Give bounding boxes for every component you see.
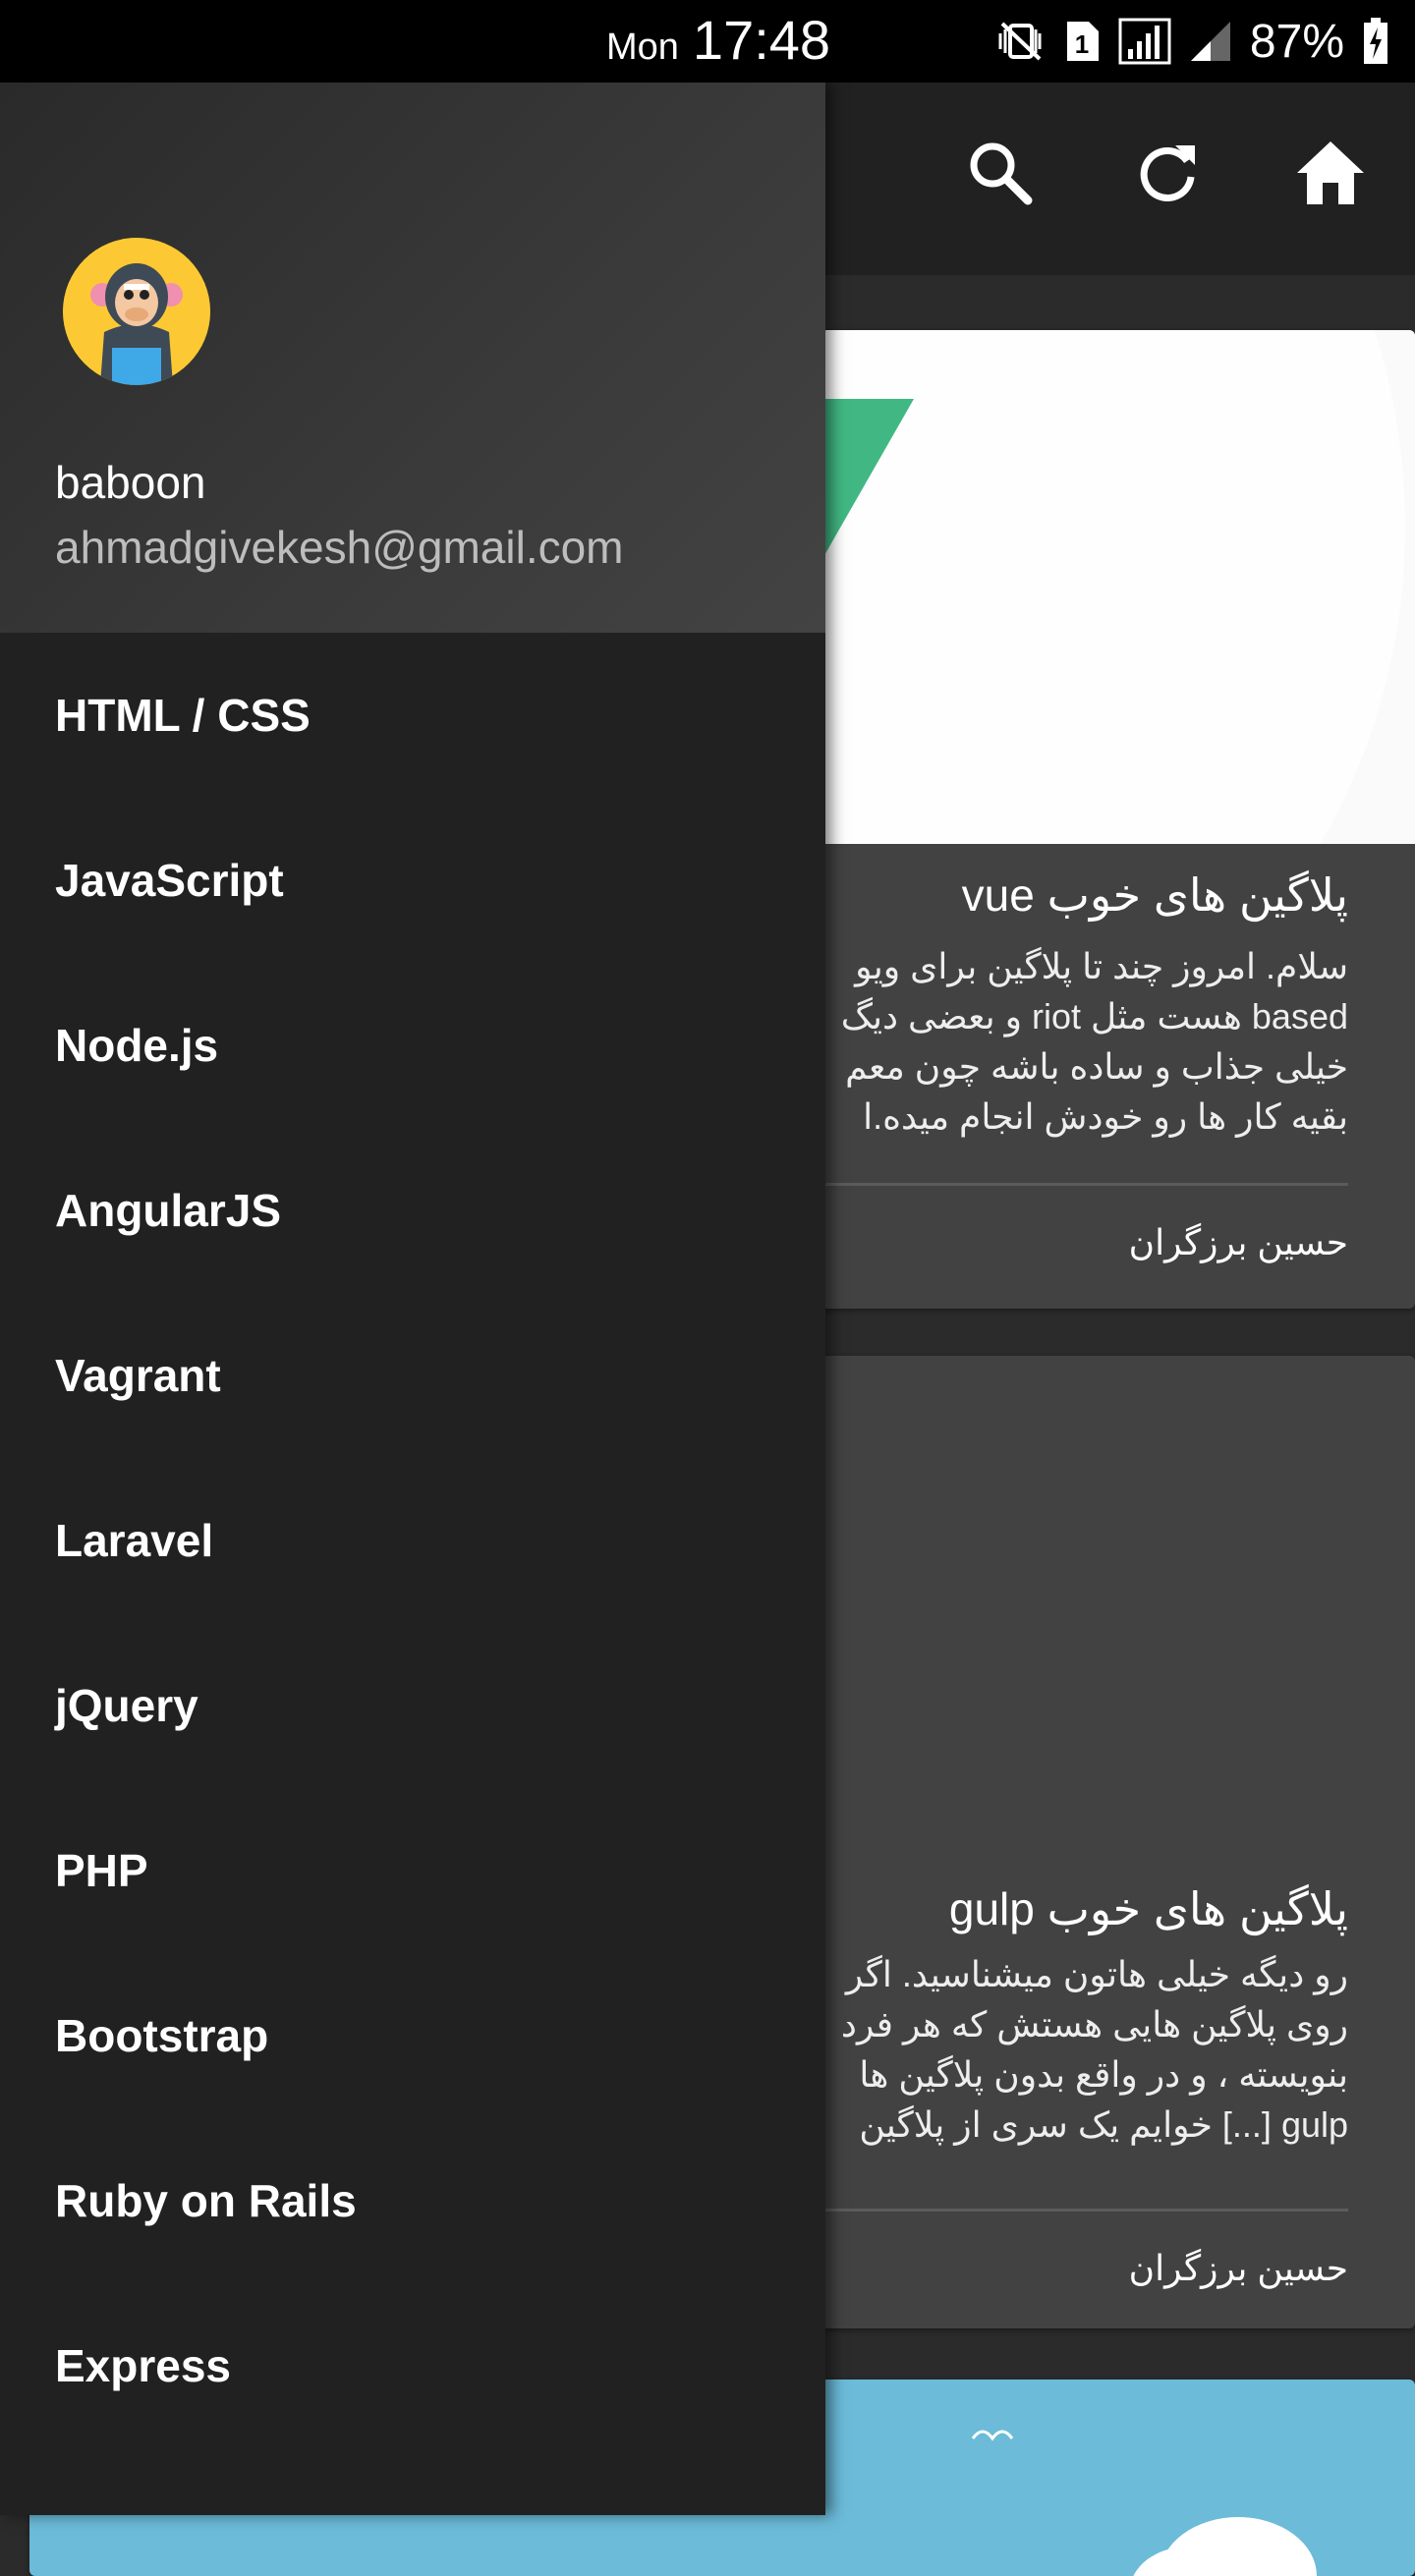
menu-item-bootstrap[interactable]: Bootstrap xyxy=(0,1953,825,2118)
battery-charging-icon xyxy=(1362,18,1389,65)
refresh-icon xyxy=(1140,145,1195,201)
user-email: ahmadgivekesh@gmail.com xyxy=(55,522,624,573)
user-name: baboon xyxy=(55,457,206,508)
post-title[interactable]: پلاگین های خوب gulp xyxy=(949,1882,1348,1935)
menu-item-php[interactable]: PHP xyxy=(0,1788,825,1953)
signal-weak-icon xyxy=(1189,20,1232,63)
menu-item-jquery[interactable]: jQuery xyxy=(0,1623,825,1788)
status-time: 17:48 xyxy=(692,9,831,71)
menu-item-html-css[interactable]: HTML / CSS xyxy=(0,633,825,798)
menu-item-vagrant[interactable]: Vagrant xyxy=(0,1293,825,1458)
status-day: Mon xyxy=(606,27,679,68)
signal-icon xyxy=(1118,18,1171,65)
menu-item-laravel[interactable]: Laravel xyxy=(0,1458,825,1623)
post-author: حسین برزگران xyxy=(1128,1222,1348,1262)
battery-percent: 87% xyxy=(1249,15,1344,68)
baboon-avatar-icon xyxy=(63,238,210,385)
avatar[interactable] xyxy=(63,238,210,385)
home-icon xyxy=(1297,141,1364,204)
status-bar: Mon 17:48 1 87% xyxy=(0,0,1415,83)
mute-vibrate-icon xyxy=(996,20,1046,63)
svg-text:1: 1 xyxy=(1075,29,1089,59)
search-button[interactable] xyxy=(949,122,1051,224)
post-author: حسین برزگران xyxy=(1128,2248,1348,2288)
menu-item-ruby-on-rails[interactable]: Ruby on Rails xyxy=(0,2118,825,2283)
menu-item-javascript[interactable]: JavaScript xyxy=(0,798,825,963)
navigation-drawer: baboon ahmadgivekesh@gmail.com HTML / CS… xyxy=(0,83,825,2515)
menu-item-nodejs[interactable]: Node.js xyxy=(0,963,825,1128)
refresh-button[interactable] xyxy=(1116,122,1218,224)
drawer-header: baboon ahmadgivekesh@gmail.com xyxy=(0,83,825,633)
menu-item-express[interactable]: Express xyxy=(0,2283,825,2448)
search-icon xyxy=(970,142,1033,205)
status-icons: 1 87% xyxy=(996,12,1389,71)
home-button[interactable] xyxy=(1279,122,1382,224)
menu-item-angularjs[interactable]: AngularJS xyxy=(0,1128,825,1293)
status-clock: Mon 17:48 xyxy=(606,8,830,72)
sim-1-icon: 1 xyxy=(1063,20,1101,63)
drawer-menu: HTML / CSS JavaScript Node.js AngularJS … xyxy=(0,633,825,2448)
post-title[interactable]: پلاگین های خوب vue xyxy=(962,868,1348,922)
